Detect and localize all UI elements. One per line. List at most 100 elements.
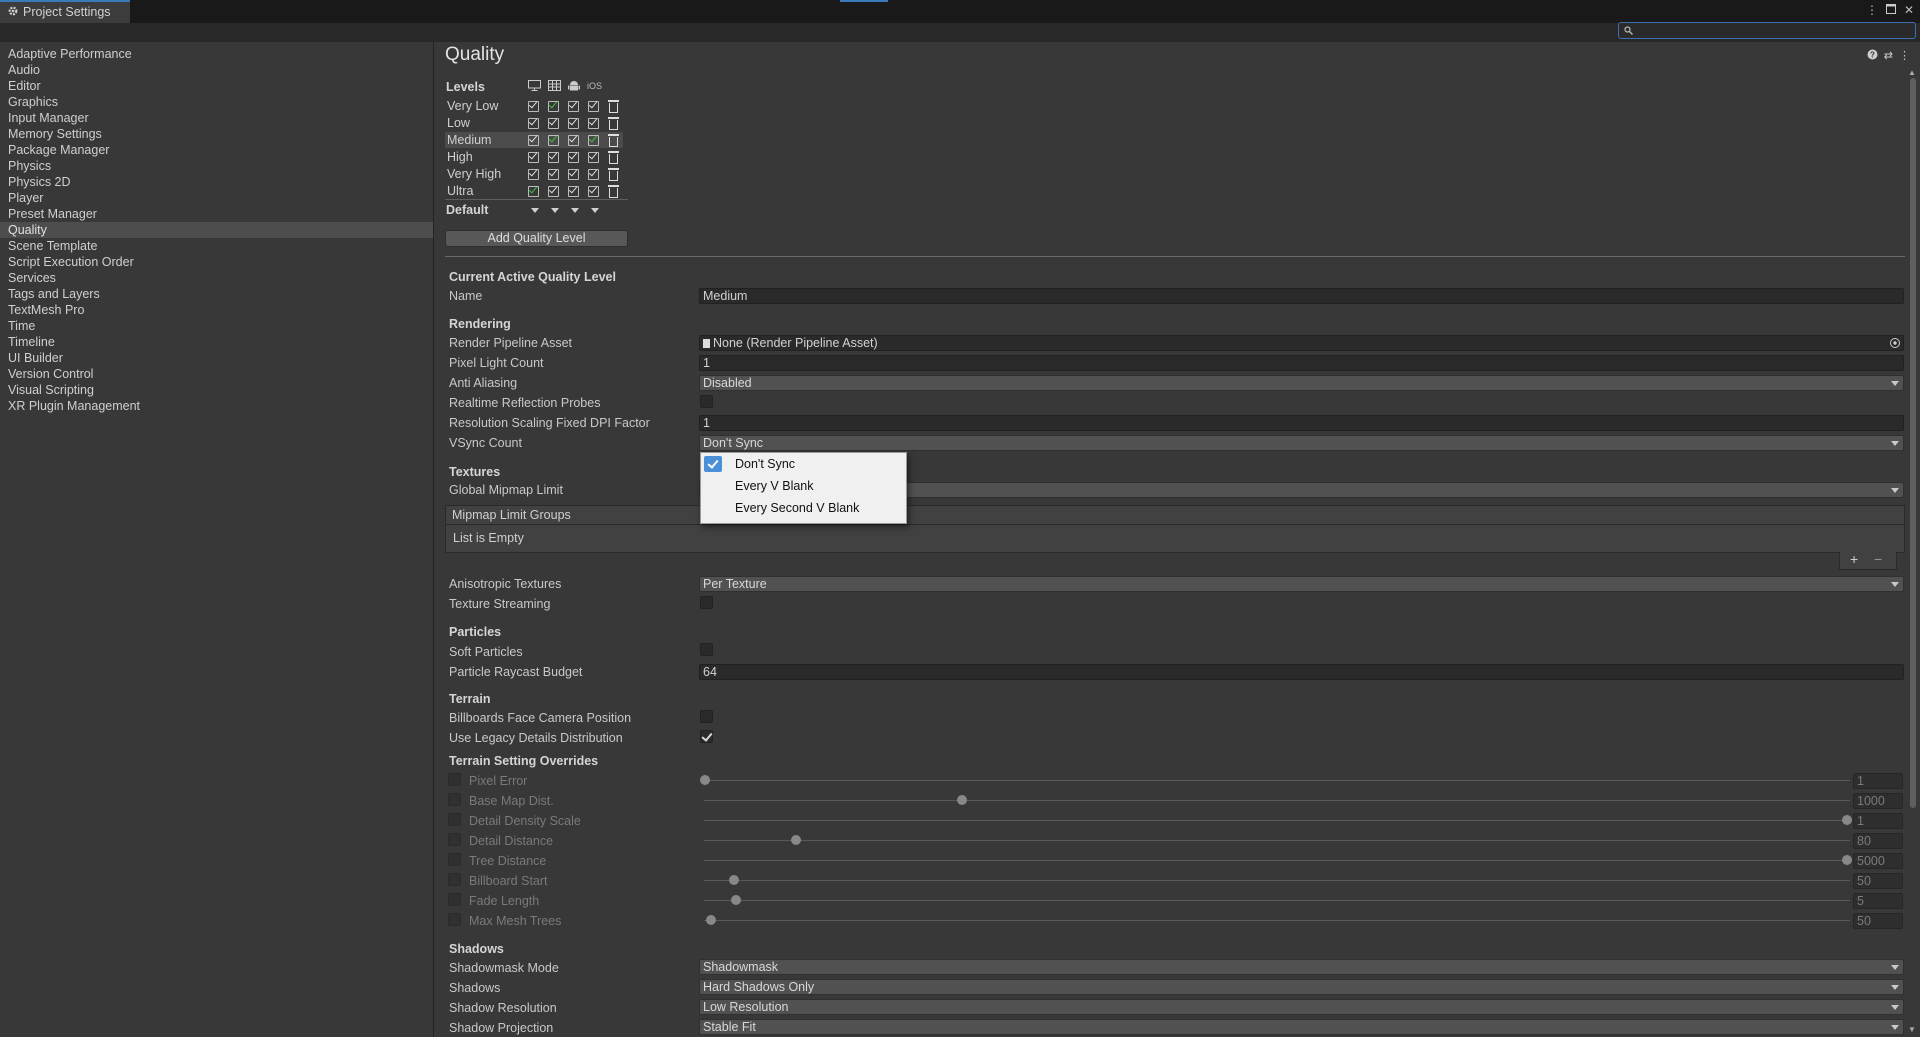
close-icon[interactable]: ✕: [1904, 3, 1914, 17]
override-value-field[interactable]: 5000: [1853, 853, 1903, 869]
anisotropic-dropdown[interactable]: Per Texture: [699, 576, 1904, 592]
shadow-resolution-dropdown[interactable]: Low Resolution: [699, 999, 1904, 1015]
override-checkbox[interactable]: [448, 893, 461, 906]
platform-checkbox[interactable]: [528, 118, 539, 129]
project-settings-tab[interactable]: Project Settings: [0, 0, 130, 23]
sidebar-item-audio[interactable]: Audio: [0, 62, 433, 78]
platform-checkbox[interactable]: [548, 135, 559, 146]
add-quality-level-button[interactable]: Add Quality Level: [445, 230, 628, 247]
reflection-probes-checkbox[interactable]: [700, 395, 713, 408]
soft-particles-checkbox[interactable]: [700, 643, 713, 656]
sidebar-item-time[interactable]: Time: [0, 318, 433, 334]
platform-checkbox[interactable]: [568, 169, 579, 180]
sidebar-item-ui-builder[interactable]: UI Builder: [0, 350, 433, 366]
slider-knob[interactable]: [1842, 815, 1852, 825]
render-pipeline-field[interactable]: None (Render Pipeline Asset): [699, 335, 1904, 351]
sidebar-item-physics[interactable]: Physics: [0, 158, 433, 174]
chevron-down-icon[interactable]: [571, 208, 579, 213]
preset-icon[interactable]: ⇄: [1884, 49, 1893, 63]
search-input[interactable]: [1618, 22, 1916, 39]
platform-checkbox[interactable]: [568, 118, 579, 129]
override-checkbox[interactable]: [448, 873, 461, 886]
sidebar-item-graphics[interactable]: Graphics: [0, 94, 433, 110]
platform-checkbox[interactable]: [568, 135, 579, 146]
vsync-option-every-v-blank[interactable]: Every V Blank: [701, 475, 906, 497]
platform-checkbox[interactable]: [568, 101, 579, 112]
add-icon[interactable]: +: [1850, 551, 1858, 567]
sidebar-item-physics-2d[interactable]: Physics 2D: [0, 174, 433, 190]
help-icon[interactable]: ?: [1867, 49, 1878, 63]
override-checkbox[interactable]: [448, 813, 461, 826]
trash-icon[interactable]: [608, 185, 619, 198]
platform-checkbox[interactable]: [528, 186, 539, 197]
slider-knob[interactable]: [705, 915, 716, 925]
override-checkbox[interactable]: [448, 833, 461, 846]
sidebar-item-package-manager[interactable]: Package Manager: [0, 142, 433, 158]
scrollbar-thumb[interactable]: [1910, 78, 1916, 808]
trash-icon[interactable]: [608, 100, 619, 113]
texture-streaming-checkbox[interactable]: [700, 596, 713, 609]
sidebar-item-textmesh-pro[interactable]: TextMesh Pro: [0, 302, 433, 318]
vsync-option-don-t-sync[interactable]: Don't Sync: [701, 453, 906, 475]
override-checkbox[interactable]: [448, 793, 461, 806]
sidebar-item-memory-settings[interactable]: Memory Settings: [0, 126, 433, 142]
slider-knob[interactable]: [1842, 855, 1852, 865]
sidebar-item-scene-template[interactable]: Scene Template: [0, 238, 433, 254]
platform-checkbox[interactable]: [528, 152, 539, 163]
override-checkbox[interactable]: [448, 913, 461, 926]
scroll-up-icon[interactable]: ▲: [1908, 68, 1916, 77]
sidebar-item-tags-and-layers[interactable]: Tags and Layers: [0, 286, 433, 302]
sidebar-item-version-control[interactable]: Version Control: [0, 366, 433, 382]
override-checkbox[interactable]: [448, 853, 461, 866]
name-field[interactable]: Medium: [699, 288, 1904, 304]
override-checkbox[interactable]: [448, 773, 461, 786]
slider-track[interactable]: [704, 840, 1850, 841]
scroll-down-icon[interactable]: ▼: [1908, 1025, 1916, 1034]
override-value-field[interactable]: 1: [1853, 813, 1903, 829]
slider-track[interactable]: [704, 820, 1850, 821]
maximize-icon[interactable]: [1885, 3, 1896, 17]
override-value-field[interactable]: 50: [1853, 873, 1903, 889]
override-value-field[interactable]: 80: [1853, 833, 1903, 849]
more-options-icon[interactable]: ⋮: [1866, 3, 1878, 17]
shadowmask-dropdown[interactable]: Shadowmask: [699, 959, 1904, 975]
override-value-field[interactable]: 1000: [1853, 793, 1903, 809]
vsync-dropdown[interactable]: Don't Sync: [699, 435, 1904, 451]
sidebar-item-player[interactable]: Player: [0, 190, 433, 206]
sidebar-item-input-manager[interactable]: Input Manager: [0, 110, 433, 126]
platform-checkbox[interactable]: [548, 101, 559, 112]
slider-track[interactable]: [704, 880, 1850, 881]
sidebar-item-xr-plugin-management[interactable]: XR Plugin Management: [0, 398, 433, 414]
shadows-dropdown[interactable]: Hard Shadows Only: [699, 979, 1904, 995]
sidebar-item-adaptive-performance[interactable]: Adaptive Performance: [0, 46, 433, 62]
sidebar-item-script-execution-order[interactable]: Script Execution Order: [0, 254, 433, 270]
object-picker-icon[interactable]: [1889, 337, 1901, 352]
slider-track[interactable]: [704, 860, 1850, 861]
override-value-field[interactable]: 5: [1853, 893, 1903, 909]
slider-track[interactable]: [704, 800, 1850, 801]
platform-checkbox[interactable]: [588, 186, 599, 197]
platform-checkbox[interactable]: [568, 152, 579, 163]
anti-aliasing-dropdown[interactable]: Disabled: [699, 375, 1904, 391]
override-value-field[interactable]: 50: [1853, 913, 1903, 929]
vsync-option-every-second-v-blank[interactable]: Every Second V Blank: [701, 497, 906, 519]
slider-track[interactable]: [704, 920, 1850, 921]
sidebar-item-quality[interactable]: Quality: [0, 222, 433, 238]
slider-knob[interactable]: [956, 795, 967, 805]
platform-checkbox[interactable]: [568, 186, 579, 197]
trash-icon[interactable]: [608, 151, 619, 164]
trash-icon[interactable]: [608, 168, 619, 181]
chevron-down-icon[interactable]: [591, 208, 599, 213]
sidebar-item-timeline[interactable]: Timeline: [0, 334, 433, 350]
platform-checkbox[interactable]: [588, 152, 599, 163]
platform-checkbox[interactable]: [588, 169, 599, 180]
legacy-details-checkbox[interactable]: [700, 730, 713, 743]
sidebar-item-visual-scripting[interactable]: Visual Scripting: [0, 382, 433, 398]
chevron-down-icon[interactable]: [531, 208, 539, 213]
slider-knob[interactable]: [730, 895, 741, 905]
raycast-budget-field[interactable]: 64: [699, 664, 1904, 680]
platform-checkbox[interactable]: [588, 118, 599, 129]
sidebar-item-preset-manager[interactable]: Preset Manager: [0, 206, 433, 222]
sidebar-item-services[interactable]: Services: [0, 270, 433, 286]
platform-checkbox[interactable]: [548, 152, 559, 163]
